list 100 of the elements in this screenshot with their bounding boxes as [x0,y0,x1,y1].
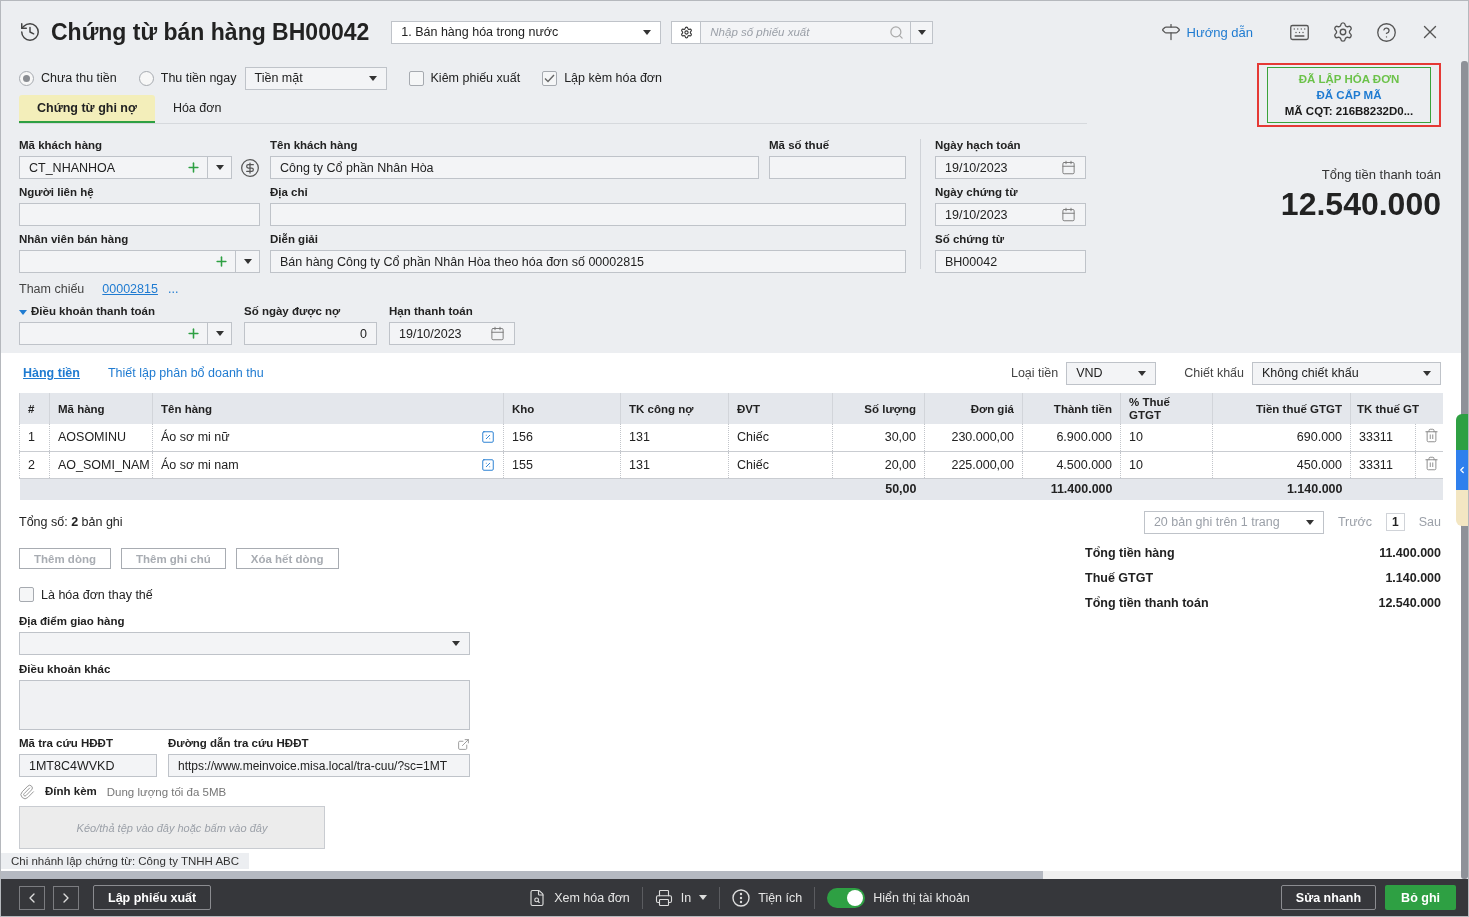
lookup-code-field[interactable]: 1MT8C4WVKD [19,754,157,777]
view-invoice-button[interactable]: Xem hóa đơn [516,888,642,907]
date-field[interactable]: 19/10/2023 [935,203,1086,226]
create-issue-button[interactable]: Lập phiếu xuất [93,885,212,910]
caret-icon [643,29,652,35]
column-header: Số lượng [832,393,925,424]
field-label: Diễn giải [270,233,319,247]
column-header: Tiền thuế GTGT [1212,393,1351,424]
debt-days-field[interactable]: 0 [244,322,377,345]
detail-tab[interactable]: Hàng tiền [19,366,80,380]
field-label: Số ngày được nợ [244,305,342,319]
payment-terms-field[interactable] [19,322,232,345]
attachment-hint: Dung lượng tối đa 5MB [106,786,227,798]
tax-code-field[interactable] [769,156,906,179]
delete-icon[interactable] [1424,455,1439,471]
toggle-switch[interactable] [827,887,866,908]
table-cell: 10 [1120,424,1213,451]
discount-dropdown[interactable]: Không chiết khấu [1252,361,1441,385]
next-button[interactable] [53,885,79,910]
quick-edit-button[interactable]: Sửa nhanh [1280,885,1377,910]
caret-icon [215,331,224,336]
field-label: Điều khoản khác [19,663,112,677]
table-cell: AO_SOMI_NAM [49,451,153,478]
date-field[interactable]: 19/10/2023 [935,156,1086,179]
customer-code-field[interactable]: CT_NHANHOA [19,156,232,179]
external-link-icon[interactable] [457,737,470,751]
field-label: Ngày hạch toán [935,139,1022,153]
history-icon[interactable] [19,21,41,43]
settings-icon [679,25,693,39]
column-header: # [19,393,50,424]
tab[interactable]: Chứng từ ghi nợ [19,95,155,123]
voucher-type-dropdown[interactable]: 1. Bán hàng hóa trong nước [391,20,662,44]
utilities-button[interactable]: Tiện ích [720,888,815,907]
checkbox-option[interactable]: Lập kèm hóa đơn [542,70,663,86]
status-text: ĐÃ CẤP MÃ [1316,88,1382,103]
file-search-icon [528,888,547,907]
lookup-url-field[interactable]: https://www.meinvoice.misa.local/tra-cuu/?sc=1MT [168,754,470,777]
printer-icon [654,888,673,907]
checkbox[interactable] [408,70,424,86]
checkbox[interactable] [19,587,34,602]
radio-option[interactable]: Thu tiền ngay [138,70,237,86]
radio-button[interactable] [138,70,154,86]
table-cell: Chiếc [728,424,833,451]
field-label: Số chứng từ [935,233,1006,247]
page-number[interactable]: 1 [1386,513,1405,531]
voucher-number-field[interactable]: BH00042 [935,250,1086,273]
dollar-icon[interactable] [240,157,260,178]
delivery-place-dropdown[interactable] [19,632,470,655]
settings-button[interactable] [1332,21,1354,43]
summary-label: Tổng tiền hàng [1085,546,1175,562]
currency-label: Loại tiền [1010,366,1059,380]
record-count: Tổng số: 2 bản ghi [19,515,123,529]
checkbox-option[interactable]: Là hóa đơn thay thế [19,587,470,602]
search-dropdown-button[interactable] [911,20,934,44]
print-button[interactable]: In [642,888,720,907]
percent-icon[interactable] [481,430,495,445]
caret-icon [1305,519,1314,525]
table-cell: 230.000,00 [924,424,1023,451]
horizontal-scrollbar[interactable] [1,871,1461,879]
radio-option[interactable]: Chưa thu tiền [19,70,117,86]
calendar-icon [490,326,505,341]
reference-link[interactable]: 00002815 [102,282,158,296]
description-field[interactable]: Bán hàng Công ty Cổ phần Nhân Hòa theo hóa đơn số 00002815 [270,250,906,273]
column-header: ĐVT [728,393,833,424]
side-panel-tab[interactable] [1456,414,1468,526]
field-label: Địa điểm giao hàng [19,615,126,629]
caret-icon [917,29,926,35]
column-header: TK công nợ [620,393,729,424]
percent-icon[interactable] [481,457,495,472]
help-button[interactable] [1376,21,1397,43]
column-header: Tên hàng [152,393,504,424]
address-field[interactable] [270,203,906,226]
checkbox[interactable] [542,70,558,86]
contact-field[interactable] [19,203,260,226]
other-terms-field[interactable] [19,680,470,730]
field-label: Hạn thanh toán [389,305,474,319]
currency-dropdown[interactable]: VND [1066,361,1157,385]
checkbox-option[interactable]: Kiêm phiếu xuất [408,70,521,86]
table-cell: 450.000 [1212,451,1351,478]
table-cell: 690.000 [1212,424,1351,451]
table-cell: AOSOMINU [49,424,153,451]
salesperson-field[interactable] [19,250,260,273]
previous-button[interactable] [19,885,45,910]
more-link[interactable]: ... [167,282,179,296]
caret-icon [1138,370,1147,376]
table-cell: 131 [620,451,729,478]
field-label: Mã số thuế [769,139,831,153]
column-header: TK thuế GT [1350,393,1443,424]
delete-icon[interactable] [1424,428,1439,444]
field-label: Tên khách hàng [270,139,359,153]
payment-method-dropdown[interactable]: Tiền mặt [244,66,387,90]
table-cell: 2 [19,451,50,478]
detail-tab[interactable]: Thiết lập phân bổ doanh thu [107,366,264,380]
tab[interactable]: Hóa đơn [154,95,240,123]
radio-button[interactable] [19,70,34,86]
due-date-field[interactable]: 19/10/2023 [389,322,515,345]
guide-link[interactable]: Hướng dẫn [1160,22,1253,42]
customer-name-field[interactable]: Công ty Cổ phần Nhân Hòa [270,156,759,179]
settings-button[interactable] [671,20,702,44]
total-amount: 12.540.000 [1280,186,1441,223]
